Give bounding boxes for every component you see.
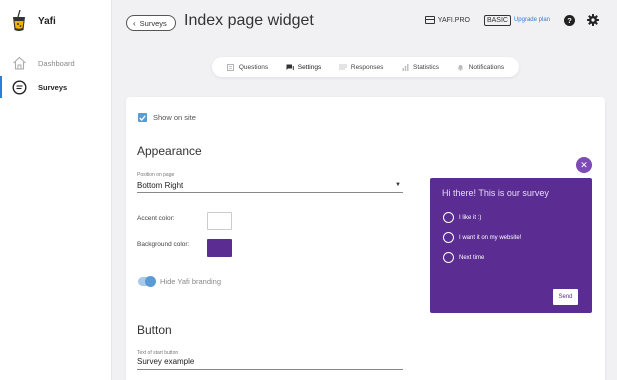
responses-icon	[338, 64, 347, 71]
app-name: Yafi	[38, 15, 56, 27]
chat-icon	[11, 79, 27, 95]
widget-option[interactable]: I want it on my website!	[443, 232, 521, 243]
tab-label: Questions	[238, 63, 269, 71]
tab-label: Responses	[350, 63, 384, 71]
start-button-input[interactable]: Survey example	[137, 357, 403, 370]
send-button[interactable]: Send	[553, 289, 578, 305]
chevron-left-icon: ‹	[133, 18, 136, 28]
home-icon	[11, 55, 27, 71]
widget-option-label: I want it on my website!	[459, 234, 522, 241]
background-color-swatch[interactable]	[207, 239, 232, 257]
accent-color-row: Accent color:	[137, 215, 175, 222]
show-on-site-checkbox[interactable]	[138, 113, 147, 122]
tab-notifications[interactable]: Notifications	[453, 61, 508, 74]
tab-statistics[interactable]: Statistics	[397, 61, 443, 74]
statistics-icon	[401, 63, 409, 71]
hide-branding-row: Hide Yafi branding	[138, 276, 222, 287]
plan-badge: BASIC	[483, 14, 511, 26]
website-icon	[424, 16, 435, 24]
back-button-label: Surveys	[139, 18, 167, 28]
site-name[interactable]: YAFI.PRO	[438, 17, 470, 24]
background-color-label: Background color:	[137, 241, 190, 248]
widget-option[interactable]: Next time	[443, 252, 484, 263]
caret-down-icon: ▼	[395, 182, 401, 188]
bell-icon	[457, 64, 465, 71]
questions-icon	[227, 63, 235, 71]
sidebar-item-surveys[interactable]: Surveys	[0, 76, 112, 98]
appearance-heading: Appearance	[137, 144, 202, 158]
button-heading: Button	[137, 323, 172, 337]
radio-icon	[443, 252, 454, 263]
upgrade-plan-link[interactable]: Upgrade plan	[514, 17, 550, 23]
sidebar-item-label: Surveys	[38, 82, 68, 92]
hide-branding-label: Hide Yafi branding	[160, 277, 222, 286]
tab-label: Notifications	[468, 63, 505, 71]
widget-option-label: Next time	[459, 254, 485, 261]
position-select[interactable]: Bottom Right ▼	[137, 178, 403, 193]
header-actions: YAFI.PRO BASIC Upgrade plan ?	[424, 14, 599, 26]
accent-color-swatch[interactable]	[207, 212, 232, 230]
hide-branding-toggle[interactable]	[138, 276, 156, 287]
tab-label: Settings	[297, 63, 322, 71]
settings-chat-icon	[286, 64, 294, 71]
close-icon[interactable]: ✕	[576, 157, 592, 173]
sidebar-item-dashboard[interactable]: Dashboard	[0, 52, 112, 74]
widget-option[interactable]: I like it :)	[443, 212, 481, 223]
sidebar: Yafi Dashboard Surveys	[0, 0, 112, 380]
gear-icon[interactable]	[587, 14, 599, 26]
accent-color-label: Accent color:	[137, 215, 175, 222]
cup-logo-icon	[11, 9, 27, 32]
tab-label: Statistics	[413, 63, 440, 71]
start-button-label: Text of start button	[137, 350, 179, 356]
page-title: Index page widget	[184, 12, 314, 29]
show-on-site-label: Show on site	[153, 113, 196, 122]
app-logo[interactable]: Yafi	[11, 9, 56, 32]
back-button[interactable]: ‹ Surveys	[126, 15, 176, 31]
tab-questions[interactable]: Questions	[223, 61, 272, 74]
survey-tabs: Questions Settings Responses Statistics …	[212, 57, 519, 77]
help-icon[interactable]: ?	[564, 14, 575, 26]
widget-option-label: I like it :)	[459, 214, 482, 221]
show-on-site-row: Show on site	[138, 113, 196, 122]
widget-title: Hi there! This is our survey	[442, 188, 549, 198]
radio-icon	[443, 232, 454, 243]
background-color-row: Background color:	[137, 241, 189, 248]
survey-widget-preview: Hi there! This is our survey I like it :…	[430, 178, 592, 313]
radio-icon	[443, 212, 454, 223]
position-value: Bottom Right	[137, 180, 184, 190]
tab-responses[interactable]: Responses	[335, 61, 388, 74]
tab-settings[interactable]: Settings	[282, 61, 326, 74]
sidebar-item-label: Dashboard	[38, 58, 75, 68]
